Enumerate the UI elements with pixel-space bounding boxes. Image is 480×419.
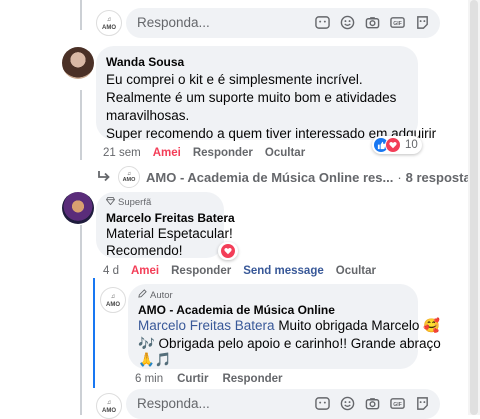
avatar-sticker-icon[interactable]	[415, 396, 430, 411]
reaction-summary[interactable]	[218, 242, 238, 260]
comment-timestamp[interactable]: 6 min	[135, 373, 163, 385]
comment-timestamp[interactable]: 21 sem	[103, 147, 141, 159]
love-reaction-icon	[221, 244, 235, 258]
svg-text:GIF: GIF	[393, 21, 402, 27]
gif-icon[interactable]: GIF	[390, 15, 405, 30]
hide-button[interactable]: Ocultar	[336, 265, 376, 277]
amo-logo-avatar: ♫ AMO	[96, 10, 122, 36]
comment-text-line: maravilhosas.	[106, 108, 190, 123]
thread-rail-highlight	[93, 278, 95, 388]
thread-rail	[80, 225, 82, 415]
comment-text-line: Material Espetacular!	[106, 226, 233, 241]
pencil-icon	[138, 289, 147, 301]
love-reaction-button[interactable]: Amei	[131, 265, 159, 277]
reply-button[interactable]: Responder	[222, 373, 282, 385]
comment-text-line: Realmente é um suporte muito bom e ativi…	[106, 90, 397, 105]
superfan-badge: Superfã	[105, 197, 152, 208]
comment-bubble-marcelo: Superfã Marcelo Freitas Batera Material …	[96, 192, 235, 258]
superfan-label: Superfã	[118, 197, 152, 208]
svg-text:GIF: GIF	[393, 402, 402, 408]
comment-text-line: 🎶 Obrigada pelo apoio e carinho!! Grande…	[138, 336, 441, 351]
comment-timestamp[interactable]: 4 d	[103, 265, 119, 277]
reaction-count: 10	[405, 139, 418, 151]
thread-summary-author[interactable]: AMO - Academia de Música Online res...	[146, 170, 393, 185]
avatar-marcelo[interactable]	[62, 192, 94, 224]
comment-actions: 6 min Curtir Responder	[135, 373, 283, 385]
comment-author[interactable]: Marcelo Freitas Batera	[106, 210, 235, 226]
send-message-button[interactable]: Send message	[243, 265, 324, 277]
sticker-icon[interactable]	[315, 15, 330, 30]
reply-button[interactable]: Responder	[193, 147, 253, 159]
scrollbar-thumb[interactable]	[470, 0, 478, 415]
thread-rail	[80, 0, 82, 30]
comment-author[interactable]: Wanda Sousa	[106, 54, 184, 70]
author-badge: Autor	[138, 289, 173, 301]
diamond-icon	[105, 197, 116, 208]
comment-bubble-amo: Autor AMO - Academia de Música Online Ma…	[128, 284, 441, 369]
reply-arrow-icon	[96, 170, 112, 184]
love-reaction-button[interactable]: Amei	[153, 147, 181, 159]
comment-text-line: Recomendo!	[106, 243, 183, 258]
comment-text-line: 🙏🎵	[138, 352, 172, 367]
emoji-icon[interactable]	[340, 15, 355, 30]
love-reaction-icon	[385, 137, 401, 153]
view-replies-row[interactable]: ♫ AMO AMO - Academia de Música Online res…	[96, 166, 478, 188]
reply-button[interactable]: Responder	[171, 265, 231, 277]
camera-icon[interactable]	[365, 396, 380, 411]
avatar-sticker-icon[interactable]	[415, 15, 430, 30]
reaction-summary[interactable]: 10	[372, 136, 422, 154]
like-button[interactable]: Curtir	[177, 373, 208, 385]
amo-logo-avatar[interactable]: ♫ AMO	[100, 287, 126, 313]
thread-summary-separator: ·	[397, 169, 402, 185]
camera-icon[interactable]	[365, 15, 380, 30]
comment-bubble-wanda: Wanda Sousa Eu comprei o kit e é simples…	[96, 46, 436, 141]
reply-input[interactable]: Responda... GIF	[126, 8, 440, 38]
comment-text: Muito obrigada Marcelo 🥰	[274, 318, 440, 333]
reply-input-placeholder: Responda...	[137, 396, 210, 411]
amo-logo-avatar: ♫ AMO	[96, 393, 122, 419]
thread-rail	[80, 90, 82, 160]
amo-logo-avatar: ♫ AMO	[118, 166, 140, 188]
hide-button[interactable]: Ocultar	[265, 147, 305, 159]
comment-text-line: Eu comprei o kit e é simplesmente incrív…	[106, 72, 363, 87]
author-label: Autor	[150, 289, 173, 301]
comment-actions: 21 sem Amei Responder Ocultar	[103, 147, 305, 159]
reply-input-placeholder: Responda...	[137, 15, 210, 30]
comment-author[interactable]: AMO - Academia de Música Online	[138, 302, 335, 318]
emoji-icon[interactable]	[340, 396, 355, 411]
mention-link[interactable]: Marcelo Freitas Batera	[138, 318, 275, 333]
gif-icon[interactable]: GIF	[390, 396, 405, 411]
comment-text-line: Marcelo Freitas Batera Muito obrigada Ma…	[138, 317, 440, 335]
avatar-wanda[interactable]	[62, 47, 94, 79]
scrollbar-track[interactable]	[468, 0, 480, 415]
sticker-icon[interactable]	[315, 396, 330, 411]
comment-actions: 4 d Amei Responder Send message Ocultar	[103, 265, 376, 277]
